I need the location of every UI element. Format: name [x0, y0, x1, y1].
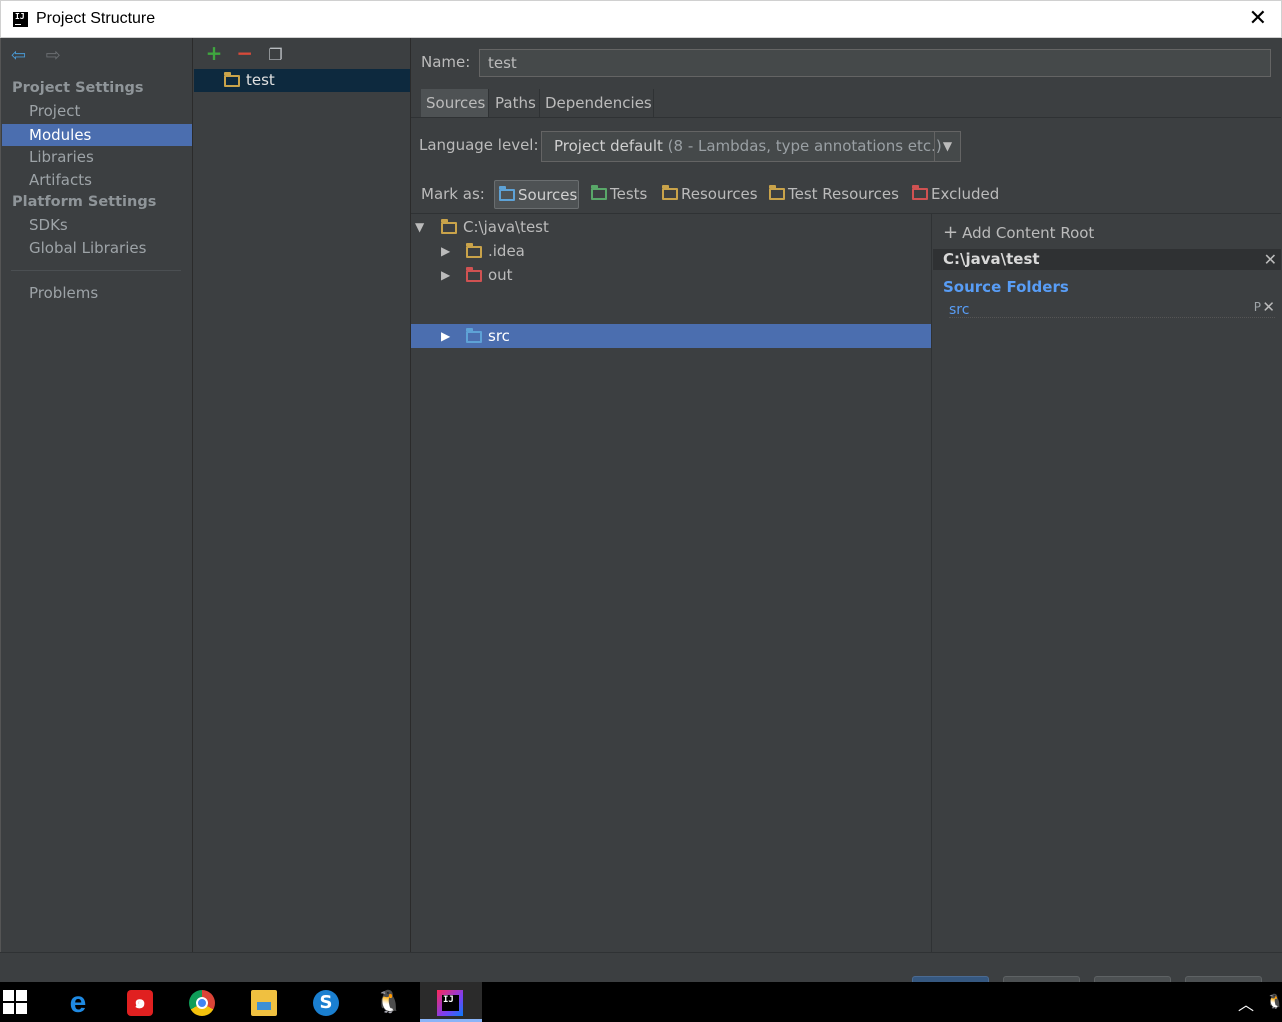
tree-row-root[interactable]: ▼ C:\java\test	[411, 215, 931, 239]
tree-row-label: .idea	[488, 242, 525, 260]
mark-tests-button[interactable]: Tests	[587, 180, 647, 209]
module-list-panel: + − ❐ test	[192, 38, 411, 952]
module-item-label: test	[246, 71, 275, 89]
nav-item-modules[interactable]: Modules	[2, 124, 193, 146]
tree-row-idea[interactable]: ▶ .idea	[411, 239, 931, 263]
tree-row-src[interactable]: ▶ src	[411, 324, 931, 348]
nav-item-sdks[interactable]: SDKs	[2, 214, 193, 236]
tray-expand-icon[interactable]: ︿	[1238, 991, 1254, 1015]
sources-folder-icon	[466, 328, 482, 343]
excluded-folder-icon	[466, 267, 482, 282]
nav-item-problems[interactable]: Problems	[2, 282, 193, 304]
copy-module-icon[interactable]: ❐	[263, 44, 289, 66]
qq-icon: 🐧	[375, 990, 403, 1015]
module-settings-panel: Name: test Sources Paths Dependencies La…	[411, 38, 1281, 952]
nav-item-artifacts[interactable]: Artifacts	[2, 169, 193, 191]
taskbar-intellij[interactable]	[420, 982, 482, 1022]
close-window-icon[interactable]: ✕	[1249, 8, 1267, 30]
tree-row-label: out	[488, 266, 513, 284]
name-label: Name:	[421, 53, 471, 71]
add-module-icon[interactable]: +	[201, 42, 227, 64]
language-level-dropdown[interactable]: Project default (8 - Lambdas, type annot…	[541, 131, 961, 162]
resources-folder-icon	[662, 184, 678, 200]
taskbar-qq[interactable]: 🐧	[358, 982, 420, 1022]
mark-excluded-button[interactable]: Excluded	[908, 180, 999, 209]
tab-sources[interactable]: Sources	[421, 89, 489, 117]
start-button[interactable]	[0, 982, 48, 1022]
taskbar-file-explorer[interactable]	[234, 982, 296, 1022]
nav-item-project[interactable]: Project	[2, 100, 193, 122]
add-content-root-button[interactable]: + Add Content Root	[943, 222, 1094, 243]
tab-paths[interactable]: Paths	[490, 89, 540, 117]
section-platform-settings: Platform Settings	[12, 194, 157, 210]
folder-icon	[466, 243, 482, 258]
module-name-input[interactable]: test	[479, 49, 1271, 77]
back-arrow-icon[interactable]: ⇦	[11, 46, 33, 66]
expanded-arrow-icon[interactable]: ▼	[415, 215, 424, 239]
source-folder-label[interactable]: src	[949, 302, 969, 318]
mark-test-resources-button[interactable]: Test Resources	[765, 180, 899, 209]
sources-folder-icon	[499, 185, 515, 201]
tab-divider	[411, 117, 1281, 118]
content-tree: ▼ C:\java\test ▶ .idea ▶ out ▶ src	[411, 214, 932, 952]
taskbar-chrome[interactable]	[172, 982, 234, 1022]
test-resources-folder-icon	[769, 184, 785, 200]
source-folder-row: src P ✕	[949, 298, 1275, 318]
history-arrows: ⇦ ⇨	[11, 46, 68, 66]
nav-item-global-libraries[interactable]: Global Libraries	[2, 237, 193, 259]
sogou-icon: S	[313, 990, 339, 1016]
mark-as-label: Mark as:	[421, 185, 485, 203]
intellij-idea-icon	[437, 990, 463, 1016]
module-item-test[interactable]: test	[194, 69, 410, 92]
mark-sources-button[interactable]: Sources	[494, 180, 579, 209]
taskbar-edge[interactable]: e	[48, 982, 110, 1022]
tree-row-label: src	[488, 327, 510, 345]
window-title: Project Structure	[36, 10, 156, 27]
windows-start-icon	[3, 990, 29, 1016]
collapsed-arrow-icon[interactable]: ▶	[441, 239, 450, 263]
netease-music-icon: ๑	[127, 990, 153, 1016]
edge-browser-icon: e	[69, 986, 87, 1019]
file-explorer-icon	[251, 990, 277, 1016]
tab-dependencies[interactable]: Dependencies	[540, 89, 654, 117]
excluded-folder-icon	[912, 184, 928, 200]
settings-navigation: ⇦ ⇨ Project Settings Project Modules Lib…	[0, 38, 193, 952]
section-project-settings: Project Settings	[12, 80, 144, 96]
tray-qq-icon[interactable]: 🐧	[1266, 994, 1282, 1014]
remove-module-icon[interactable]: −	[232, 42, 258, 64]
forward-arrow-icon[interactable]: ⇨	[46, 46, 68, 66]
module-toolbar: + − ❐	[201, 42, 289, 66]
mark-resources-button[interactable]: Resources	[658, 180, 758, 209]
source-folders-title: Source Folders	[943, 278, 1069, 296]
collapsed-arrow-icon[interactable]: ▶	[441, 324, 450, 348]
tree-row-out[interactable]: ▶ out	[411, 263, 931, 287]
remove-content-root-icon[interactable]: ✕	[1264, 249, 1277, 270]
language-level-label: Language level:	[419, 136, 539, 154]
content-roots-panel: + Add Content Root C:\java\test ✕ Source …	[933, 214, 1281, 952]
dialog-button-bar: OK Cancel Apply Help	[0, 952, 1282, 1002]
intellij-app-icon: IJ	[13, 12, 28, 27]
content-root-header: C:\java\test ✕	[933, 249, 1281, 270]
title-bar: IJ Project Structure ✕	[0, 0, 1282, 38]
folder-icon	[441, 219, 457, 234]
content-root-path: C:\java\test	[943, 250, 1040, 268]
nav-item-libraries[interactable]: Libraries	[2, 146, 193, 168]
module-folder-icon	[224, 72, 240, 87]
taskbar-sogou[interactable]: S	[296, 982, 358, 1022]
tests-folder-icon	[591, 184, 607, 200]
windows-taskbar: e ๑ S 🐧	[0, 982, 1282, 1022]
dropdown-arrow-icon[interactable]: ▼	[934, 132, 960, 161]
nav-divider	[11, 270, 181, 271]
edit-properties-icon[interactable]: P	[1254, 300, 1261, 314]
chrome-icon	[189, 990, 215, 1016]
collapsed-arrow-icon[interactable]: ▶	[441, 263, 450, 287]
plus-icon: +	[943, 222, 959, 243]
tree-row-label: C:\java\test	[463, 218, 549, 236]
taskbar-netease-music[interactable]: ๑	[110, 982, 172, 1022]
remove-source-folder-icon[interactable]: ✕	[1262, 298, 1275, 316]
language-level-value: Project default (8 - Lambdas, type annot…	[554, 137, 942, 155]
